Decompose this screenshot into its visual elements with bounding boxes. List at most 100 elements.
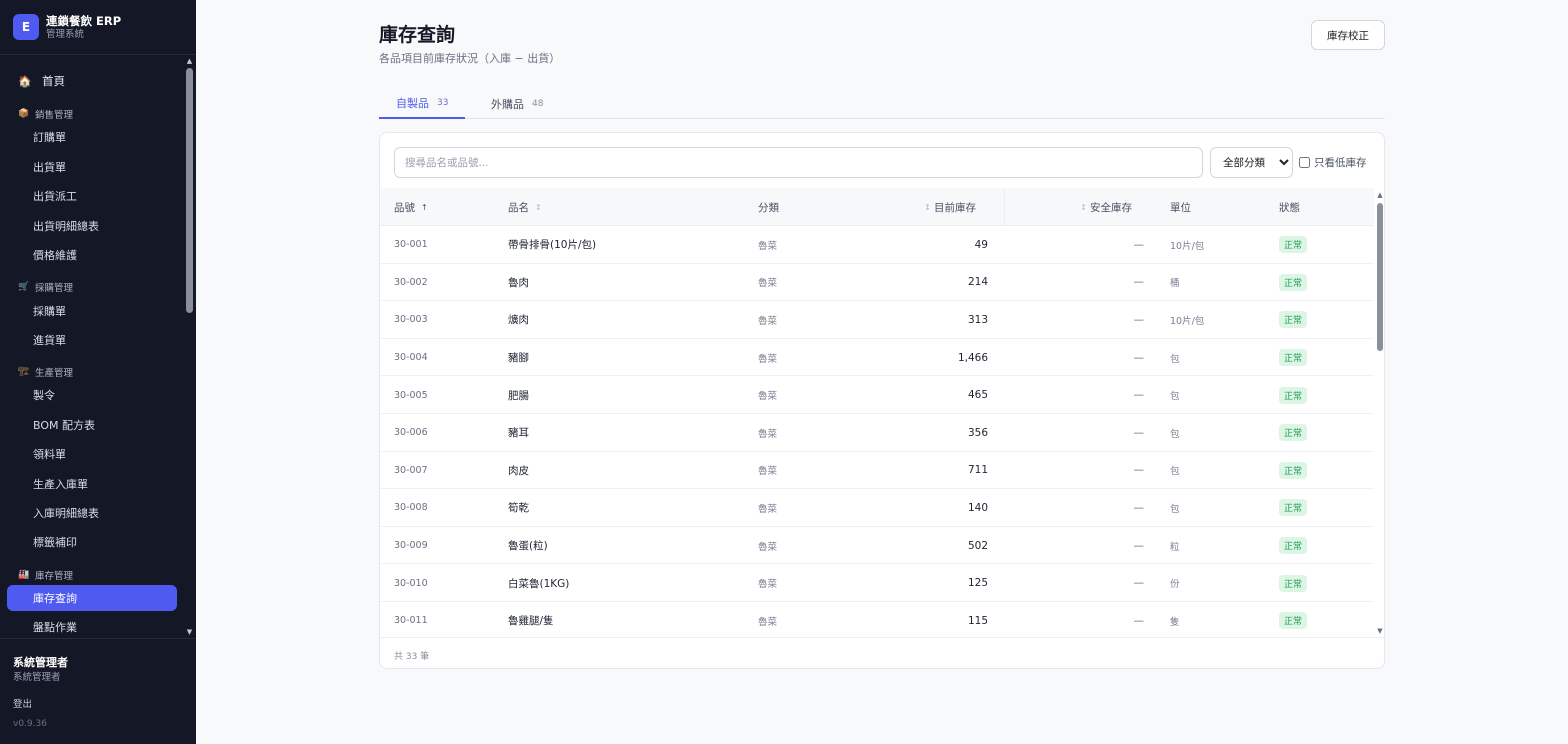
sidebar-item-production-receipt[interactable]: 生產入庫單 <box>7 471 177 497</box>
tab-purchased[interactable]: 外購品 48 <box>491 88 543 119</box>
table-row[interactable]: 30-011 魯雞腿/隻 魯菜 115 — 隻 正常 <box>380 602 1374 637</box>
brand-title: 連鎖餐飲 ERP <box>46 13 122 28</box>
sidebar-scrollbar[interactable]: ▲ ▼ <box>185 55 194 638</box>
col-header-qty[interactable]: ↕ 目前庫存 <box>921 188 976 226</box>
table-scrollbar[interactable]: ▲ ▼ <box>1374 188 1384 637</box>
cell-unit: 包 <box>1170 428 1180 440</box>
sidebar-item-label-reprint[interactable]: 標籤補印 <box>7 529 177 555</box>
cell-name: 魯蛋(粒) <box>508 540 548 553</box>
sidebar-item-work-order[interactable]: 製令 <box>7 382 177 408</box>
sort-icon: ↕ <box>924 202 931 212</box>
cell-qty: 214 <box>967 276 988 289</box>
user-role: 系統管理者 <box>13 672 61 683</box>
table-row[interactable]: 30-007 肉皮 魯菜 711 — 包 正常 <box>380 452 1374 490</box>
cell-qty: 711 <box>967 464 988 477</box>
table-row[interactable]: 30-010 白菜魯(1KG) 魯菜 125 — 份 正常 <box>380 564 1374 602</box>
cell-category: 魯菜 <box>758 503 778 515</box>
cell-name: 豬腳 <box>508 352 529 365</box>
cell-status: 正常 <box>1279 339 1308 377</box>
category-select[interactable]: 全部分類 <box>1210 147 1293 178</box>
nav-group-production[interactable]: 🏗 生產管理 <box>18 365 73 379</box>
cell-safety: — <box>1133 464 1145 477</box>
search-input[interactable] <box>394 147 1203 178</box>
col-header-code[interactable]: 品號 ↑ <box>394 188 431 226</box>
sidebar-item-procurement-order[interactable]: 採購單 <box>7 298 177 324</box>
sidebar-scroll-thumb[interactable] <box>186 68 193 313</box>
sidebar-item-material-issue[interactable]: 領料單 <box>7 441 177 467</box>
sidebar-item-dispatch[interactable]: 出貨派工 <box>7 183 177 209</box>
col-header-name[interactable]: 品名 ↕ <box>508 188 545 226</box>
table-header: 品號 ↑ 品名 ↕ 分類 ↕ 目前庫存 ↕ 安全庫存 單位 狀態 <box>380 188 1374 226</box>
sort-asc-icon: ↑ <box>421 202 428 212</box>
cell-unit: 10片/包 <box>1170 240 1205 252</box>
table-row[interactable]: 30-009 魯蛋(粒) 魯菜 502 — 粒 正常 <box>380 527 1374 565</box>
table-row[interactable]: 30-002 魯肉 魯菜 214 — 桶 正常 <box>380 264 1374 302</box>
cell-code: 30-004 <box>394 352 428 364</box>
status-badge: 正常 <box>1279 424 1308 442</box>
table-row[interactable]: 30-001 帶骨排骨(10片/包) 魯菜 49 — 10片/包 正常 <box>380 226 1374 264</box>
status-badge: 正常 <box>1279 311 1308 329</box>
low-stock-checkbox[interactable] <box>1299 157 1310 168</box>
sidebar-item-home[interactable]: 🏠 首頁 <box>18 73 65 89</box>
cart-icon: 🛒 <box>18 282 30 292</box>
cell-safety: — <box>1133 313 1145 326</box>
cell-safety: — <box>1133 351 1145 364</box>
scroll-up-arrow-icon[interactable]: ▲ <box>185 57 194 65</box>
sidebar-item-receiving[interactable]: 進貨單 <box>7 327 177 353</box>
scroll-down-arrow-icon[interactable]: ▼ <box>185 628 194 636</box>
sidebar-item-label: 首頁 <box>42 74 65 88</box>
cell-safety: — <box>1133 276 1145 289</box>
nav-group-sales[interactable]: 📦 銷售管理 <box>18 107 73 121</box>
table-row[interactable]: 30-004 豬腳 魯菜 1,466 — 包 正常 <box>380 339 1374 377</box>
scroll-down-arrow-icon[interactable]: ▼ <box>1374 627 1384 635</box>
table-scroll-thumb[interactable] <box>1377 203 1383 351</box>
status-badge: 正常 <box>1279 386 1308 404</box>
cell-category: 魯菜 <box>758 616 778 628</box>
table-row[interactable]: 30-008 筍乾 魯菜 140 — 包 正常 <box>380 489 1374 527</box>
col-header-category: 分類 <box>758 201 779 214</box>
tab-self-made[interactable]: 自製品 33 <box>379 88 466 119</box>
status-badge: 正常 <box>1279 574 1308 592</box>
cell-unit: 包 <box>1170 353 1180 365</box>
cell-category: 魯菜 <box>758 579 778 591</box>
cell-safety: — <box>1133 426 1145 439</box>
table-row[interactable]: 30-003 爌肉 魯菜 313 — 10片/包 正常 <box>380 301 1374 339</box>
cell-category: 魯菜 <box>758 353 778 365</box>
table-row[interactable]: 30-006 豬耳 魯菜 356 — 包 正常 <box>380 414 1374 452</box>
page-subtitle: 各品項目前庫存狀況（入庫 − 出貨） <box>379 52 561 65</box>
brand-subtitle: 管理系統 <box>46 28 85 40</box>
low-stock-filter[interactable]: 只看低庫存 <box>1299 155 1367 170</box>
sidebar-item-stocktake[interactable]: 盤點作業 <box>7 614 177 638</box>
brand: E 連鎖餐飲 ERP 管理系統 <box>0 0 196 55</box>
cell-qty: 140 <box>967 501 988 514</box>
inventory-calibrate-button[interactable]: 庫存校正 <box>1311 20 1385 50</box>
sidebar-item-bom[interactable]: BOM 配方表 <box>7 412 177 438</box>
cell-status: 正常 <box>1279 264 1308 302</box>
cell-status: 正常 <box>1279 489 1308 527</box>
cell-code: 30-002 <box>394 276 428 288</box>
sidebar-item-purchase-order[interactable]: 訂購單 <box>7 124 177 150</box>
sidebar-item-inventory-query[interactable]: 庫存查詢 <box>7 585 177 611</box>
cell-category: 魯菜 <box>758 428 778 440</box>
cell-category: 魯菜 <box>758 466 778 478</box>
table-footer: 共 33 筆 <box>380 637 1384 668</box>
nav-group-inventory[interactable]: 🏭 庫存管理 <box>18 568 73 582</box>
sidebar-item-receipt-summary[interactable]: 入庫明細總表 <box>7 500 177 526</box>
sidebar-item-price[interactable]: 價格維護 <box>7 242 177 268</box>
scroll-up-arrow-icon[interactable]: ▲ <box>1374 191 1384 199</box>
col-header-status: 狀態 <box>1279 201 1300 214</box>
cell-category: 魯菜 <box>758 315 778 327</box>
table-row[interactable]: 30-005 肥腸 魯菜 465 — 包 正常 <box>380 376 1374 414</box>
cell-status: 正常 <box>1279 414 1308 452</box>
col-header-safety[interactable]: ↕ 安全庫存 <box>1077 188 1132 226</box>
sidebar-item-shipment-summary[interactable]: 出貨明細總表 <box>7 213 177 239</box>
sidebar-item-shipment[interactable]: 出貨單 <box>7 154 177 180</box>
cell-name: 肉皮 <box>508 464 529 477</box>
cell-unit: 包 <box>1170 503 1180 515</box>
nav-group-procurement[interactable]: 🛒 採購管理 <box>18 280 73 294</box>
cell-name: 魯肉 <box>508 276 529 289</box>
logout-link[interactable]: 登出 <box>13 696 32 710</box>
cell-code: 30-011 <box>394 615 428 627</box>
cell-safety: — <box>1133 539 1145 552</box>
cell-category: 魯菜 <box>758 240 778 252</box>
